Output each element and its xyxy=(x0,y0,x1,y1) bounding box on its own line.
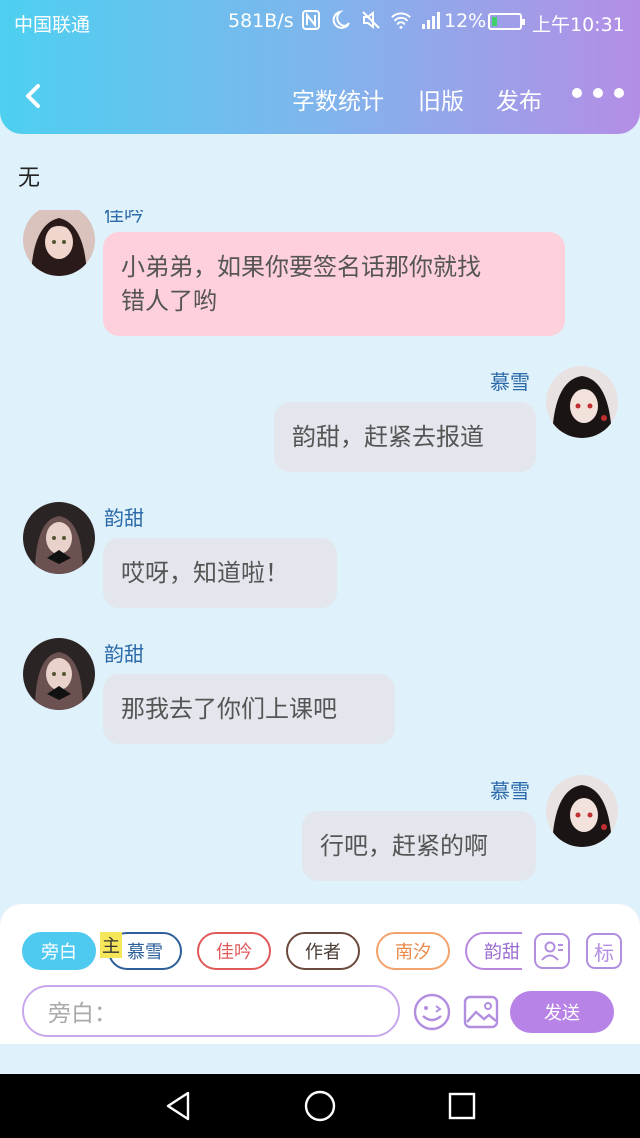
signal-icon xyxy=(420,8,442,32)
emoji-icon[interactable] xyxy=(412,992,452,1032)
contact-icon[interactable] xyxy=(534,933,570,969)
back-button[interactable] xyxy=(18,78,54,114)
role-selector: 旁白 慕雪 佳吟 作者 南汐 韵甜 xyxy=(22,930,522,972)
message-line: 错人了哟 xyxy=(121,287,217,315)
main-character-tag: 主 xyxy=(100,932,122,958)
mute-icon xyxy=(360,8,382,32)
moon-icon xyxy=(330,8,352,32)
panel-spacer xyxy=(0,1044,640,1074)
nfc-icon xyxy=(300,8,322,32)
role-chip-yuntian[interactable]: 韵甜 xyxy=(465,932,522,970)
circle-home-icon[interactable] xyxy=(300,1086,340,1126)
role-chip-jiayin[interactable]: 佳吟 xyxy=(197,932,271,970)
message-bubble: 那我去了你们上课吧 xyxy=(103,674,395,744)
message-bubble: 哎呀，知道啦！ xyxy=(103,538,337,608)
battery-icon xyxy=(488,13,525,30)
avatar-yuntian[interactable] xyxy=(23,502,95,574)
square-recents-icon[interactable] xyxy=(442,1086,482,1126)
sender-name: 慕雪 xyxy=(490,779,530,803)
old-version-button[interactable]: 旧版 xyxy=(418,82,464,116)
net-speed: 581B/s xyxy=(228,10,294,32)
sender-name: 佳吟 xyxy=(104,210,144,226)
role-chip-author[interactable]: 作者 xyxy=(286,932,360,970)
publish-button[interactable]: 发布 xyxy=(496,82,542,116)
status-bar: 中国联通 581B/s 12% 上午10:31 xyxy=(0,0,640,44)
chat-list[interactable]: 佳吟 小弟弟，如果你要签名话那你就找 错人了哟 慕雪 韵甜，赶紧去报道 韵甜 哎… xyxy=(0,210,640,900)
sender-name: 韵甜 xyxy=(104,506,144,530)
message-bubble: 小弟弟，如果你要签名话那你就找 错人了哟 xyxy=(103,232,565,336)
mark-button[interactable]: 标 xyxy=(586,933,622,969)
app-header: 中国联通 581B/s 12% 上午10:31 字数统计 旧版 发布 xyxy=(0,0,640,134)
more-options-icon[interactable] xyxy=(572,88,624,98)
image-icon[interactable] xyxy=(462,993,500,1031)
avatar-muxue[interactable] xyxy=(546,775,618,847)
carrier-label: 中国联通 xyxy=(14,14,91,36)
send-button[interactable]: 发送 xyxy=(510,991,614,1033)
wifi-icon xyxy=(390,8,412,32)
sender-name: 韵甜 xyxy=(104,642,144,666)
battery-percent: 12% xyxy=(444,10,487,32)
nav-bar: 字数统计 旧版 发布 xyxy=(0,70,640,122)
message-bubble: 行吧，赶紧的啊 xyxy=(302,811,536,881)
system-nav-bar xyxy=(0,1074,640,1138)
triangle-back-icon[interactable] xyxy=(160,1086,200,1126)
message-bubble: 韵甜，赶紧去报道 xyxy=(274,402,536,472)
message-input[interactable]: 旁白： xyxy=(22,985,400,1037)
role-chip-narrator[interactable]: 旁白 xyxy=(22,932,96,970)
role-chip-nanxi[interactable]: 南汐 xyxy=(376,932,450,970)
chevron-left-icon xyxy=(26,84,40,108)
avatar-yuntian[interactable] xyxy=(23,638,95,710)
clock: 上午10:31 xyxy=(532,14,625,36)
message-line: 小弟弟，如果你要签名话那你就找 xyxy=(121,253,481,281)
section-label: 无 xyxy=(18,166,41,191)
avatar-muxue[interactable] xyxy=(546,366,618,438)
avatar-jiayin[interactable] xyxy=(23,210,95,276)
status-icons xyxy=(300,8,442,32)
word-count-button[interactable]: 字数统计 xyxy=(292,82,384,116)
sender-name: 慕雪 xyxy=(490,370,530,394)
